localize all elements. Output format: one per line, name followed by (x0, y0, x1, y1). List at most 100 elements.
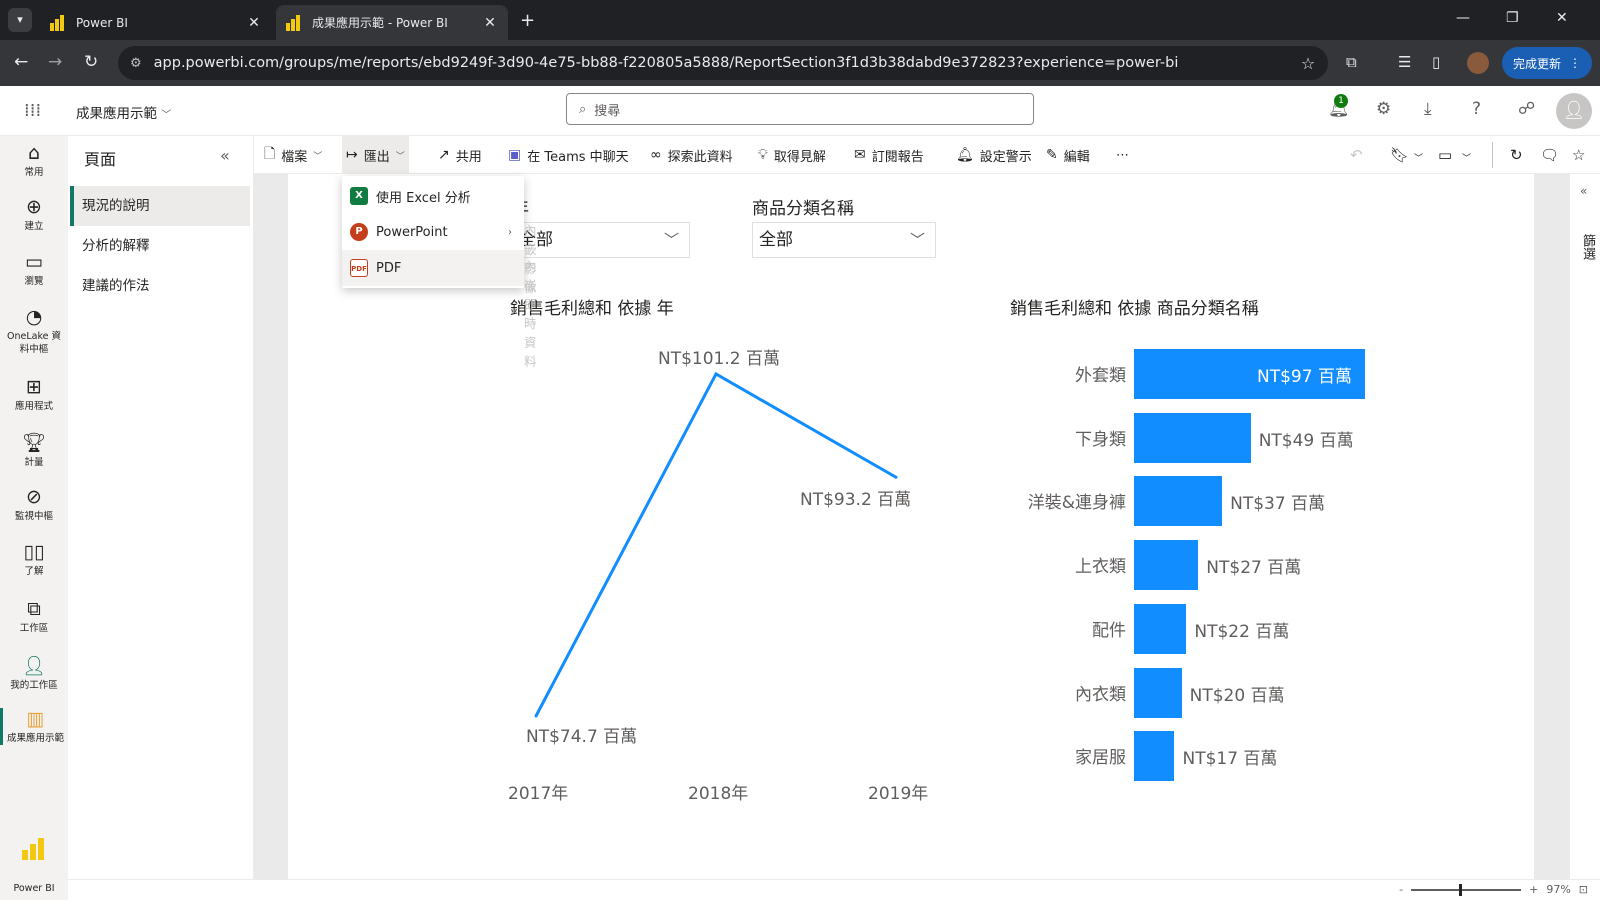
bar[interactable] (1134, 476, 1223, 527)
explore-data-button[interactable]: ∞ 探索此資料 (646, 136, 737, 174)
pdf-icon: PDF (350, 259, 368, 277)
bar[interactable] (1134, 412, 1251, 463)
zoom-in-icon[interactable]: + (1529, 883, 1538, 896)
line-point[interactable] (534, 714, 538, 718)
bar[interactable] (1134, 540, 1199, 591)
fit-page-icon[interactable]: ⊡ (1579, 883, 1588, 896)
reload-icon[interactable]: ↻ (84, 52, 98, 72)
help-icon[interactable]: ? (1472, 99, 1481, 119)
chevron-down-icon[interactable]: ﹀ (1462, 151, 1471, 164)
page-item-current[interactable]: 現況的說明 (70, 186, 250, 226)
bookmark-star-icon[interactable]: ☆ (1288, 54, 1328, 73)
nav-item-browse[interactable]: ▭ 瀏覽 (0, 251, 68, 288)
menu-item-analyze-excel[interactable]: X 使用 Excel 分析 (342, 178, 524, 214)
bar-category-label: 內衣類 (1075, 684, 1126, 705)
site-info-icon[interactable]: ⚙ (130, 56, 142, 71)
media-icon[interactable]: ☰ (1398, 53, 1411, 71)
zoom-slider[interactable] (1411, 883, 1522, 896)
minimize-icon[interactable]: — (1456, 10, 1470, 26)
nav-item-metrics[interactable]: 🏆︎ 計量 (0, 431, 68, 469)
close-tab-icon[interactable]: ✕ (246, 15, 262, 31)
download-icon[interactable]: ⤓ (1424, 99, 1432, 119)
browser-tab-powerbi[interactable]: Power BI ✕ (40, 5, 272, 40)
export-menu-button[interactable]: ↦ 匯出 ﹀ (342, 136, 409, 174)
update-button-label: 完成更新 (1512, 56, 1561, 71)
line-point[interactable] (714, 372, 718, 376)
close-tab-icon[interactable]: ✕ (482, 15, 498, 31)
x-axis-tick-label: 2017年 (508, 784, 569, 804)
filters-pane-collapsed[interactable]: « 篩選 (1569, 174, 1600, 879)
expand-filters-icon[interactable]: « (1580, 184, 1587, 198)
nav-item-create[interactable]: ⊕ 建立 (0, 196, 68, 233)
nav-item-report[interactable]: ▥ 成果應用示範 (0, 708, 68, 745)
notification-badge: 1 (1334, 94, 1348, 108)
update-button[interactable]: 完成更新 ⋮ (1502, 47, 1592, 79)
favorite-star-icon[interactable]: ☆ (1572, 146, 1585, 164)
gear-icon[interactable]: ⚙ (1376, 99, 1391, 119)
url-bar[interactable]: ⚙ app.powerbi.com/groups/me/reports/ebd9… (118, 46, 1328, 80)
nav-item-learn[interactable]: ▯▯ 了解 (0, 541, 68, 578)
search-icon: ⌕ (579, 101, 587, 117)
refresh-icon[interactable]: ↻ (1510, 146, 1523, 164)
line-series[interactable] (534, 371, 897, 717)
nav-item-apps[interactable]: ⊞ 應用程式 (0, 376, 68, 413)
powerbi-logo-icon[interactable] (22, 838, 44, 860)
bar[interactable] (1134, 603, 1187, 654)
view-icon[interactable]: ▭ (1438, 146, 1452, 164)
nav-item-home[interactable]: ⌂ 常用 (0, 142, 68, 179)
report-title[interactable]: 成果應用示範 ﹀ (76, 102, 171, 122)
page-item-analysis[interactable]: 分析的解釋 (70, 226, 250, 266)
get-insights-button[interactable]: 💡︎ 取得見解 (754, 136, 830, 174)
file-menu-button[interactable]: 🗋︎ 檔案 ﹀ (260, 136, 326, 174)
line-point[interactable] (894, 475, 898, 479)
collapse-pane-icon[interactable]: « (220, 146, 230, 165)
browser-tab-report[interactable]: 成果應用示範 - Power BI ✕ (276, 5, 508, 40)
page-item-recommendation[interactable]: 建議的作法 (70, 266, 250, 306)
forward-icon[interactable]: → (48, 52, 62, 72)
insights-label: 取得見解 (773, 149, 826, 165)
apps-icon: ⊞ (26, 376, 42, 398)
search-input[interactable]: ⌕ 搜尋 (566, 93, 1034, 125)
side-panel-icon[interactable]: ▯ (1432, 53, 1440, 71)
edit-button[interactable]: ✎ 編輯 (1042, 136, 1094, 174)
url-text: app.powerbi.com/groups/me/reports/ebd924… (153, 55, 1179, 71)
more-vert-icon: ⋮ (1569, 56, 1581, 70)
comment-icon[interactable]: 🗨︎ (1540, 146, 1559, 164)
teams-chat-button[interactable]: ▣ 在 Teams 中聊天 (504, 136, 633, 174)
user-avatar[interactable]: 👤︎ (1556, 93, 1592, 129)
bookmark-icon[interactable]: 🔖︎ (1390, 146, 1409, 164)
report-toolbar: 🗋︎ 檔案 ﹀ ↦ 匯出 ﹀ ↗ 共用 ▣ 在 Teams 中聊天 ∞ 探索此資… (254, 136, 1600, 174)
zoom-out-icon[interactable]: - (1399, 883, 1403, 896)
share-button[interactable]: ↗ 共用 (434, 136, 486, 174)
nav-item-my-workspace[interactable]: 👤︎ 我的工作區 (0, 654, 68, 692)
extensions-icon[interactable]: ⧉ (1346, 53, 1357, 71)
bar-category-label: 家居服 (1075, 748, 1126, 769)
chevron-down-icon[interactable]: ﹀ (1414, 151, 1423, 164)
workspaces-icon: ⧉ (27, 598, 41, 620)
menu-item-pdf[interactable]: PDF PDF (342, 250, 524, 286)
nav-item-monitor[interactable]: ⊘ 監視中樞 (0, 486, 68, 523)
new-tab-icon[interactable]: + (520, 10, 535, 31)
share-feedback-icon[interactable]: ☍ (1518, 99, 1535, 119)
menu-item-powerpoint[interactable]: P PowerPoint › (342, 214, 524, 250)
close-window-icon[interactable]: ✕ (1556, 10, 1568, 26)
pages-pane: 頁面 « 現況的說明 分析的解釋 建議的作法 (68, 136, 254, 900)
search-placeholder: 搜尋 (594, 103, 621, 119)
zoom-control[interactable]: - + 97% ⊡ (1399, 883, 1588, 896)
report-icon: ▥ (26, 708, 45, 730)
browser-profile-avatar[interactable] (1467, 52, 1489, 74)
app-launcher-icon[interactable]: ⁞⁞⁞ (24, 100, 41, 121)
tab-search-icon[interactable]: ▾ (8, 8, 32, 32)
bar[interactable] (1134, 731, 1175, 782)
more-options-button[interactable]: ⋯ (1112, 136, 1133, 174)
powerbi-favicon-icon (286, 14, 302, 31)
nav-item-onelake[interactable]: ◔ OneLake 資料中樞 (0, 306, 68, 356)
zoom-slider-thumb[interactable] (1459, 883, 1463, 896)
nav-item-workspaces[interactable]: ⧉ 工作區 (0, 598, 68, 635)
back-icon[interactable]: ← (14, 52, 28, 72)
set-alert-button[interactable]: 🔔︎ 設定警示 (952, 136, 1036, 174)
subscribe-button[interactable]: ✉ 訂閱報告 (850, 136, 928, 174)
bar[interactable] (1134, 667, 1182, 718)
restore-icon[interactable]: ❐ (1506, 10, 1519, 26)
undo-icon[interactable]: ↶ (1350, 146, 1363, 164)
